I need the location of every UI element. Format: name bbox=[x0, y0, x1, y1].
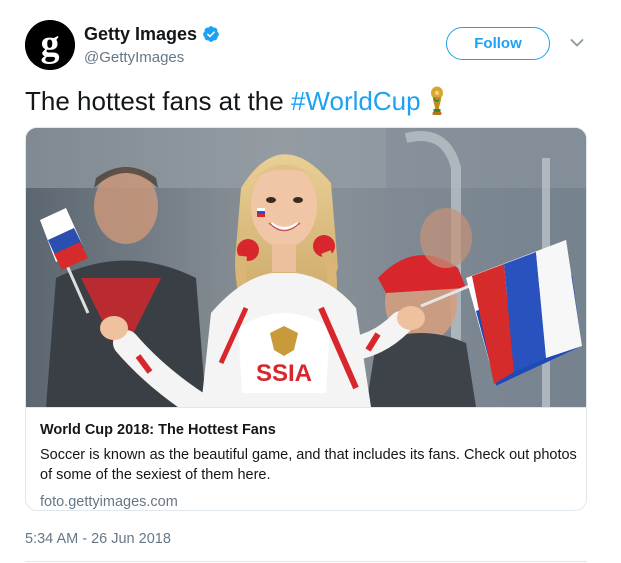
card-description: Soccer is known as the beautiful game, a… bbox=[40, 447, 577, 483]
display-name[interactable]: Getty Images bbox=[84, 24, 197, 45]
divider bbox=[25, 561, 587, 562]
verified-badge-icon bbox=[203, 26, 219, 42]
card-image[interactable]: SSIA bbox=[26, 128, 586, 407]
link-card[interactable]: SSIA World Cup 2018: The Hottest Fans So… bbox=[25, 127, 587, 511]
tweet-timestamp[interactable]: 5:34 AM - 26 Jun 2018 bbox=[25, 531, 171, 547]
follow-button[interactable]: Follow bbox=[446, 27, 550, 60]
tweet: g Getty Images @GettyImages Follow The h… bbox=[0, 0, 621, 563]
display-name-row: Getty Images bbox=[84, 22, 220, 46]
avatar[interactable]: g bbox=[25, 20, 75, 70]
author-block: Getty Images @GettyImages bbox=[84, 22, 220, 66]
tweet-text-body: The hottest fans at the bbox=[25, 86, 291, 116]
card-body: World Cup 2018: The Hottest Fans Soccer … bbox=[26, 407, 586, 510]
hashtag-link[interactable]: #WorldCup bbox=[291, 84, 421, 118]
shirt-text: SSIA bbox=[256, 360, 312, 387]
trophy-icon bbox=[430, 86, 443, 115]
getty-logo-icon: g bbox=[25, 20, 75, 70]
fan-photo-illustration: SSIA bbox=[26, 128, 586, 407]
handle[interactable]: @GettyImages bbox=[84, 49, 220, 66]
avatar-letter: g bbox=[41, 23, 60, 65]
card-domain: foto.gettyimages.com bbox=[40, 494, 178, 510]
tweet-text: The hottest fans at the #WorldCup bbox=[25, 84, 447, 118]
chevron-down-icon[interactable] bbox=[570, 38, 584, 48]
card-title: World Cup 2018: The Hottest Fans bbox=[40, 422, 276, 438]
